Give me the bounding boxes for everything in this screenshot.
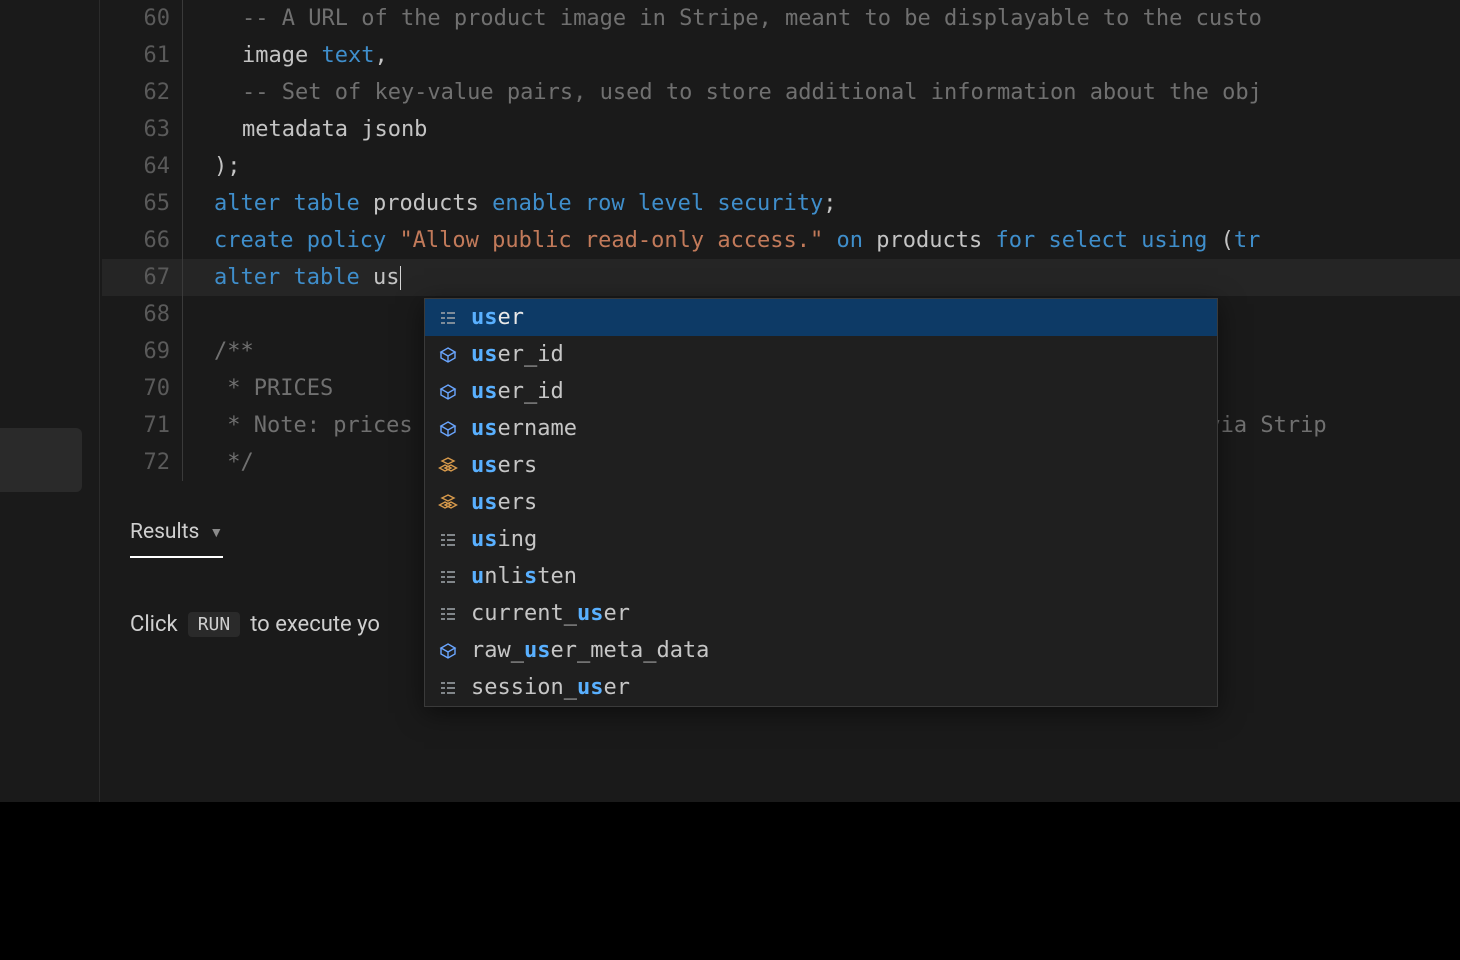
text-cursor [400, 266, 401, 290]
line-number: 63 [102, 111, 182, 148]
code-content: create policy "Allow public read-only ac… [214, 222, 1260, 259]
code-content: alter table us [214, 259, 401, 296]
field-icon [435, 641, 461, 661]
autocomplete-label: users [471, 484, 537, 521]
indent-guide [182, 370, 214, 407]
line-number: 70 [102, 370, 182, 407]
autocomplete-label: user_id [471, 373, 564, 410]
line-number: 61 [102, 37, 182, 74]
hint-text-before: Click [130, 612, 178, 637]
autocomplete-item[interactable]: unlisten [425, 558, 1217, 595]
indent-guide [182, 185, 214, 222]
autocomplete-item[interactable]: raw_user_meta_data [425, 632, 1217, 669]
code-line[interactable]: 60 -- A URL of the product image in Strip… [102, 0, 1460, 37]
autocomplete-label: session_user [471, 669, 630, 706]
field-icon [435, 419, 461, 439]
autocomplete-item[interactable]: username [425, 410, 1217, 447]
autocomplete-item[interactable]: users [425, 484, 1217, 521]
code-line[interactable]: 61 image text, [102, 37, 1460, 74]
indent-guide [182, 259, 214, 296]
code-content: metadata jsonb [214, 111, 427, 148]
autocomplete-label: username [471, 410, 577, 447]
field-icon [435, 382, 461, 402]
code-line[interactable]: 66 create policy "Allow public read-only … [102, 222, 1460, 259]
line-number: 66 [102, 222, 182, 259]
autocomplete-item[interactable]: user [425, 299, 1217, 336]
keyword-icon [435, 530, 461, 550]
keyword-icon [435, 678, 461, 698]
app-frame: 60 -- A URL of the product image in Strip… [0, 0, 1460, 802]
line-number: 62 [102, 74, 182, 111]
indent-guide [182, 0, 214, 37]
autocomplete-item[interactable]: current_user [425, 595, 1217, 632]
autocomplete-item[interactable]: user_id [425, 373, 1217, 410]
line-number: 67 [102, 259, 182, 296]
indent-guide [182, 74, 214, 111]
autocomplete-label: using [471, 521, 537, 558]
code-content: /** [214, 333, 254, 370]
autocomplete-label: user_id [471, 336, 564, 373]
code-content: -- A URL of the product image in Stripe,… [214, 0, 1262, 37]
empty-footer [0, 802, 1460, 960]
autocomplete-item[interactable]: user_id [425, 336, 1217, 373]
line-number: 71 [102, 407, 182, 444]
keyword-icon [435, 308, 461, 328]
code-content: * PRICES [214, 370, 333, 407]
line-number: 60 [102, 0, 182, 37]
line-number: 65 [102, 185, 182, 222]
indent-guide [182, 444, 214, 481]
chevron-down-icon: ▼ [209, 524, 223, 541]
field-icon [435, 345, 461, 365]
autocomplete-item[interactable]: users [425, 447, 1217, 484]
line-number: 69 [102, 333, 182, 370]
autocomplete-label: user [471, 299, 524, 336]
autocomplete-popup[interactable]: useruser_iduser_idusernameusersusersusin… [424, 298, 1218, 707]
code-line[interactable]: 62 -- Set of key-value pairs, used to sto… [102, 74, 1460, 111]
line-number: 72 [102, 444, 182, 481]
code-line[interactable]: 65 alter table products enable row level … [102, 185, 1460, 222]
code-line[interactable]: 67 alter table us [102, 259, 1460, 296]
struct-icon [435, 493, 461, 513]
keyword-icon [435, 567, 461, 587]
sidebar-active-marker[interactable] [0, 428, 82, 492]
indent-guide [182, 296, 214, 333]
line-number: 64 [102, 148, 182, 185]
indent-guide [182, 148, 214, 185]
code-line[interactable]: 64); [102, 148, 1460, 185]
run-chip[interactable]: RUN [188, 612, 241, 637]
code-content: */ [214, 444, 254, 481]
indent-guide [182, 333, 214, 370]
code-line[interactable]: 63 metadata jsonb [102, 111, 1460, 148]
code-content: ); [214, 148, 241, 185]
autocomplete-label: unlisten [471, 558, 577, 595]
code-content: image text, [214, 37, 388, 74]
hint-text-after: to execute yo [250, 612, 380, 637]
code-content: -- Set of key-value pairs, used to store… [214, 74, 1262, 111]
results-tab[interactable]: Results ▼ [130, 520, 223, 558]
autocomplete-item[interactable]: using [425, 521, 1217, 558]
indent-guide [182, 37, 214, 74]
keyword-icon [435, 604, 461, 624]
autocomplete-label: users [471, 447, 537, 484]
indent-guide [182, 222, 214, 259]
code-content: alter table products enable row level se… [214, 185, 837, 222]
autocomplete-item[interactable]: session_user [425, 669, 1217, 706]
indent-guide [182, 111, 214, 148]
autocomplete-label: raw_user_meta_data [471, 632, 709, 669]
indent-guide [182, 407, 214, 444]
struct-icon [435, 456, 461, 476]
autocomplete-label: current_user [471, 595, 630, 632]
results-tab-label: Results [130, 520, 199, 544]
sidebar [0, 0, 100, 802]
line-number: 68 [102, 296, 182, 333]
